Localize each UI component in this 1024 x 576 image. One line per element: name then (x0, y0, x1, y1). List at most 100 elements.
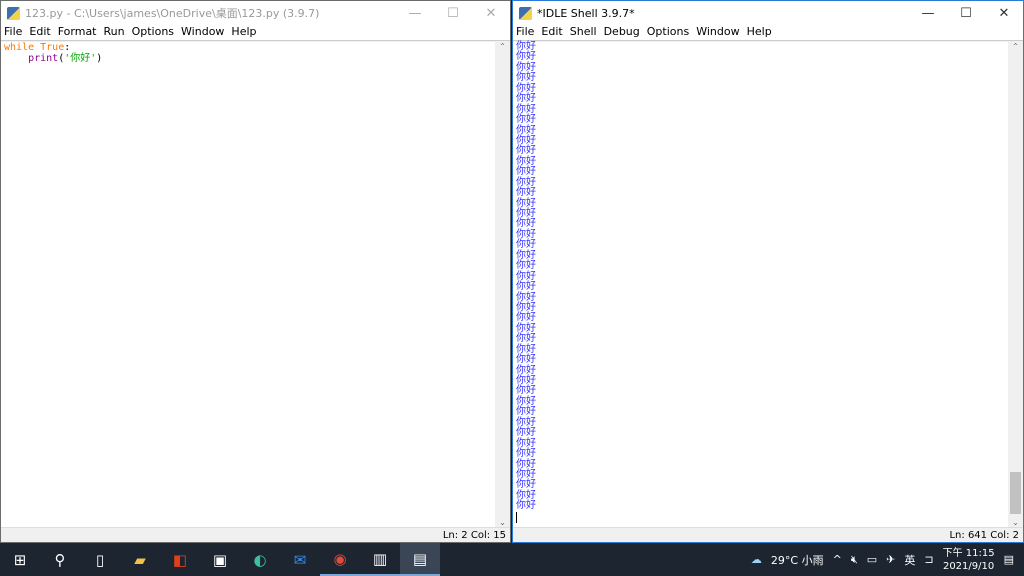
menu-file[interactable]: File (4, 25, 22, 40)
output-line: 你好 (516, 489, 536, 501)
output-line: 你好 (516, 385, 536, 397)
string: '你好' (64, 53, 97, 64)
builtin: print (28, 53, 59, 64)
windows-start-icon[interactable]: ⊞ (0, 543, 40, 576)
app-icon[interactable]: ▥ (360, 543, 400, 576)
menu-options[interactable]: Options (647, 25, 689, 40)
output-line: 你好 (516, 354, 536, 366)
output-line: 你好 (516, 375, 536, 386)
search-icon[interactable]: ⚲ (40, 543, 80, 576)
python-icon (519, 6, 532, 20)
output-line: 你好 (516, 166, 536, 178)
chevron-up-icon[interactable]: ^ (833, 553, 842, 566)
menu-format[interactable]: Format (58, 25, 97, 40)
output-line: 你好 (516, 228, 536, 240)
airplane-icon[interactable]: ✈ (886, 553, 895, 566)
title-bar: *IDLE Shell 3.9.7* — ☐ ✕ (513, 1, 1023, 25)
output-line: 你好 (516, 93, 536, 105)
output-line: 你好 (516, 41, 536, 52)
menu-run[interactable]: Run (104, 25, 125, 40)
output-line: 你好 (516, 239, 536, 251)
microsoft-store-icon[interactable]: ▣ (200, 543, 240, 576)
menu-debug[interactable]: Debug (604, 25, 640, 40)
output-line: 你好 (516, 51, 536, 63)
weather[interactable]: 29°C 小雨 (771, 552, 824, 568)
vertical-scrollbar[interactable]: ⌃ ⌄ (495, 42, 510, 527)
output-line: 你好 (516, 333, 536, 345)
code-editor[interactable]: while True: print('你好') (1, 42, 495, 527)
output-line: 你好 (516, 134, 536, 146)
menu-window[interactable]: Window (696, 25, 739, 40)
output-line: 你好 (516, 468, 536, 480)
shell-output[interactable]: 你好 你好 你好 你好 你好 你好 你好 你好 你好 你好 你好 你好 你好 你好 你好 你好 你好 你好 你好 你好… (513, 41, 1008, 527)
menu-edit[interactable]: Edit (541, 25, 562, 40)
keyword: while (4, 42, 35, 53)
menu-bar: File Edit Shell Debug Options Window Hel… (513, 25, 1023, 41)
output-line: 你好 (516, 500, 536, 512)
system-tray: ☁ 29°C 小雨 ^ 🔇︎ ▭ ✈ 英 ⊐ 下午 11:15 2021/9/10… (751, 547, 1024, 573)
output-line: 你好 (516, 176, 536, 188)
mail-icon[interactable]: ✉ (280, 543, 320, 576)
output-line: 你好 (516, 72, 536, 84)
menu-window[interactable]: Window (181, 25, 224, 40)
task-view-icon[interactable]: ▯ (80, 543, 120, 576)
taskbar: ⊞ ⚲ ▯ ▰ ◧ ▣ ◐ ✉ ◉ ▥ ▤ ☁ 29°C 小雨 ^ 🔇︎ ▭ ✈… (0, 543, 1024, 576)
output-line: 你好 (516, 437, 536, 449)
menu-help[interactable]: Help (231, 25, 256, 40)
scrollbar-thumb[interactable] (1010, 472, 1021, 514)
maximize-button[interactable]: ☐ (434, 6, 472, 21)
output-line: 你好 (516, 270, 536, 282)
minimize-button[interactable]: — (909, 6, 947, 21)
clock[interactable]: 下午 11:15 2021/9/10 (943, 547, 995, 573)
output-line: 你好 (516, 322, 536, 334)
ime-mode-icon[interactable]: ⊐ (924, 553, 933, 566)
output-line: 你好 (516, 312, 536, 324)
output-line: 你好 (516, 395, 536, 407)
output-line: 你好 (516, 479, 536, 491)
output-line: 你好 (516, 114, 536, 126)
battery-icon[interactable]: ▭ (867, 553, 877, 566)
menu-shell[interactable]: Shell (570, 25, 597, 40)
output-line: 你好 (516, 155, 536, 167)
menu-file[interactable]: File (516, 25, 534, 40)
window-title: *IDLE Shell 3.9.7* (537, 6, 635, 20)
output-line: 你好 (516, 281, 536, 293)
chrome-icon[interactable]: ◉ (320, 543, 360, 576)
menu-bar: File Edit Format Run Options Window Help (1, 25, 510, 41)
editor-window: 123.py - C:\Users\james\OneDrive\桌面\123.… (0, 0, 511, 543)
output-line: 你好 (516, 416, 536, 428)
vertical-scrollbar[interactable]: ⌃ ⌄ (1008, 42, 1023, 527)
volume-muted-icon[interactable]: 🔇︎ (851, 553, 858, 567)
close-button[interactable]: ✕ (985, 6, 1023, 21)
output-line: 你好 (516, 343, 536, 355)
menu-options[interactable]: Options (132, 25, 174, 40)
close-button[interactable]: ✕ (472, 6, 510, 21)
output-line: 你好 (516, 448, 536, 460)
edge-icon[interactable]: ◐ (240, 543, 280, 576)
output-line: 你好 (516, 301, 536, 313)
output-line: 你好 (516, 197, 536, 209)
status-bar: Ln: 2 Col: 15 (1, 527, 510, 542)
window-title: 123.py - C:\Users\james\OneDrive\桌面\123.… (25, 7, 320, 20)
text-cursor (516, 511, 517, 523)
notification-icon[interactable]: ▤ (1004, 553, 1014, 566)
file-explorer-icon[interactable]: ▰ (120, 543, 160, 576)
menu-help[interactable]: Help (747, 25, 772, 40)
output-line: 你好 (516, 61, 536, 73)
menu-edit[interactable]: Edit (29, 25, 50, 40)
ime-indicator[interactable]: 英 (904, 552, 915, 568)
minimize-button[interactable]: — (396, 6, 434, 21)
shell-window: *IDLE Shell 3.9.7* — ☐ ✕ File Edit Shell… (512, 0, 1024, 543)
maximize-button[interactable]: ☐ (947, 6, 985, 21)
output-line: 你好 (516, 218, 536, 230)
output-line: 你好 (516, 260, 536, 272)
office-icon[interactable]: ◧ (160, 543, 200, 576)
output-line: 你好 (516, 208, 536, 219)
output-line: 你好 (516, 187, 536, 199)
python-idle-icon[interactable]: ▤ (400, 543, 440, 576)
python-icon (7, 6, 20, 20)
output-line: 你好 (516, 124, 536, 136)
output-line: 你好 (516, 249, 536, 261)
title-bar: 123.py - C:\Users\james\OneDrive\桌面\123.… (1, 1, 510, 25)
